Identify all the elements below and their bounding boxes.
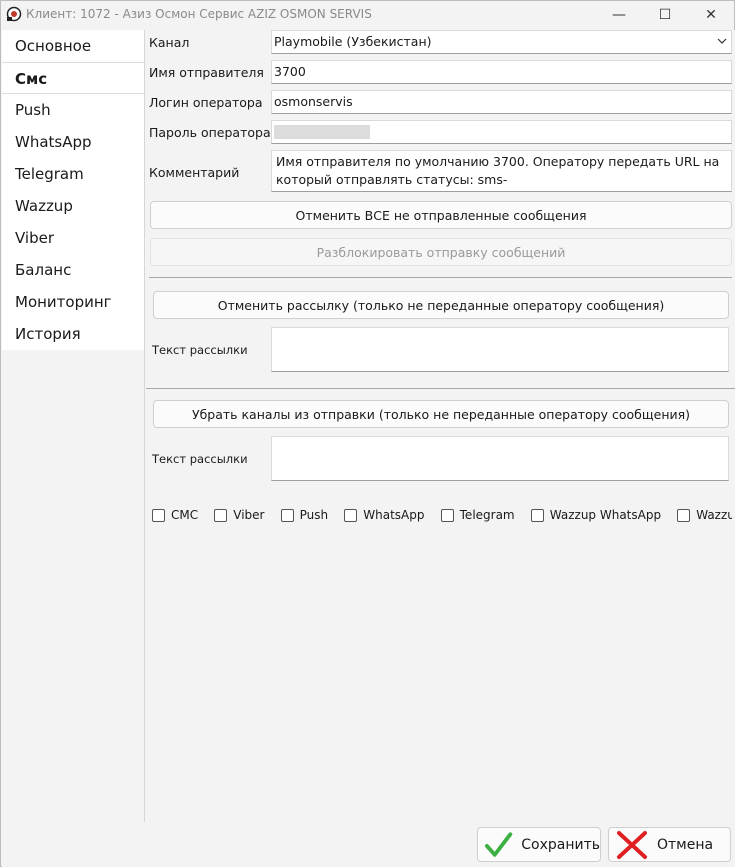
operator-password-input[interactable] [271, 120, 732, 144]
sidebar-item-history[interactable]: История [2, 318, 144, 350]
checkbox-box[interactable] [280, 508, 294, 522]
client-settings-window: Клиент: 1072 - Азиз Осмон Сервис AZIZ OS… [0, 0, 735, 867]
sidebar-item-push[interactable]: Push [2, 94, 144, 126]
mailing-text-label: Текст рассылки [152, 343, 248, 357]
checkbox-push[interactable]: Push [280, 508, 328, 522]
maximize-button[interactable]: ☐ [642, 1, 688, 29]
operator-password-label: Пароль оператора [149, 125, 271, 140]
mailing-text-input-2[interactable] [271, 436, 729, 481]
checkbox-box[interactable] [214, 508, 228, 522]
close-icon [617, 830, 647, 859]
channel-select[interactable]: Playmobile (Узбекистан) [271, 30, 732, 54]
checkbox-box[interactable] [677, 508, 691, 522]
sidebar-item-sms[interactable]: Смс [2, 62, 144, 94]
checkbox-box[interactable] [530, 508, 544, 522]
sidebar-item-telegram[interactable]: Telegram [2, 158, 144, 190]
checkmark-icon [484, 831, 513, 857]
close-button[interactable]: ✕ [688, 1, 734, 29]
channel-checkboxes: СМС Viber Push WhatsApp Telegram Wazzup … [152, 508, 732, 528]
app-logo-icon [6, 6, 22, 22]
checkbox-box[interactable] [440, 508, 454, 522]
sidebar: Основное Смс Push WhatsApp Telegram Wazz… [2, 30, 144, 822]
save-button-label: Сохранить [521, 836, 600, 853]
channel-select-value: Playmobile (Узбекистан) [274, 34, 432, 49]
mailing-text-label-2: Текст рассылки [152, 452, 248, 466]
sidebar-item-main[interactable]: Основное [2, 30, 144, 62]
cancel-button-label: Отмена [657, 836, 714, 853]
checkbox-wazzup-whatsapp[interactable]: Wazzup WhatsApp [530, 508, 661, 522]
divider-1 [149, 277, 732, 278]
window-title: Клиент: 1072 - Азиз Осмон Сервис AZIZ OS… [26, 7, 372, 21]
cancel-mailing-button[interactable]: Отменить рассылку (только не переданные … [153, 291, 729, 319]
cancel-all-unsent-button[interactable]: Отменить ВСЕ не отправленные сообщения [150, 201, 732, 229]
sms-settings-panel: Канал Playmobile (Узбекистан) Имя отправ… [144, 30, 735, 822]
checkbox-box[interactable] [152, 508, 165, 522]
sender-label: Имя отправителя [149, 65, 264, 80]
divider-2 [146, 388, 735, 389]
checkbox-viber[interactable]: Viber [214, 508, 264, 522]
sidebar-list: Основное Смс Push WhatsApp Telegram Wazz… [2, 30, 144, 350]
sidebar-item-viber[interactable]: Viber [2, 222, 144, 254]
mailing-text-input[interactable] [271, 327, 729, 372]
footer-bar: Сохранить Отмена [2, 822, 735, 867]
sidebar-item-whatsapp[interactable]: WhatsApp [2, 126, 144, 158]
checkbox-whatsapp[interactable]: WhatsApp [344, 508, 425, 522]
comment-label: Комментарий [149, 165, 240, 180]
sender-input[interactable]: 3700 [271, 60, 732, 84]
sidebar-item-balance[interactable]: Баланс [2, 254, 144, 286]
minimize-button[interactable]: — [596, 1, 642, 29]
comment-textarea[interactable]: Имя отправителя по умолчанию 3700. Опера… [271, 150, 732, 192]
cancel-button[interactable]: Отмена [608, 827, 731, 862]
title-bar[interactable]: Клиент: 1072 - Азиз Осмон Сервис AZIZ OS… [1, 1, 734, 29]
save-button[interactable]: Сохранить [477, 827, 601, 862]
checkbox-sms[interactable]: СМС [152, 508, 198, 522]
masked-password [274, 125, 370, 139]
sidebar-item-monitoring[interactable]: Мониторинг [2, 286, 144, 318]
operator-login-input[interactable]: osmonservis [271, 90, 732, 114]
checkbox-telegram[interactable]: Telegram [440, 508, 515, 522]
chevron-down-icon [717, 38, 727, 44]
channel-label: Канал [149, 35, 190, 50]
remove-channels-button[interactable]: Убрать каналы из отправки (только не пер… [153, 400, 729, 428]
unblock-sending-button[interactable]: Разблокировать отправку сообщений [150, 238, 732, 266]
sidebar-item-wazzup[interactable]: Wazzup [2, 190, 144, 222]
checkbox-box[interactable] [344, 508, 358, 522]
checkbox-wazzup-telegram[interactable]: Wazzup Telegram [677, 508, 732, 522]
operator-login-label: Логин оператора [149, 95, 263, 110]
